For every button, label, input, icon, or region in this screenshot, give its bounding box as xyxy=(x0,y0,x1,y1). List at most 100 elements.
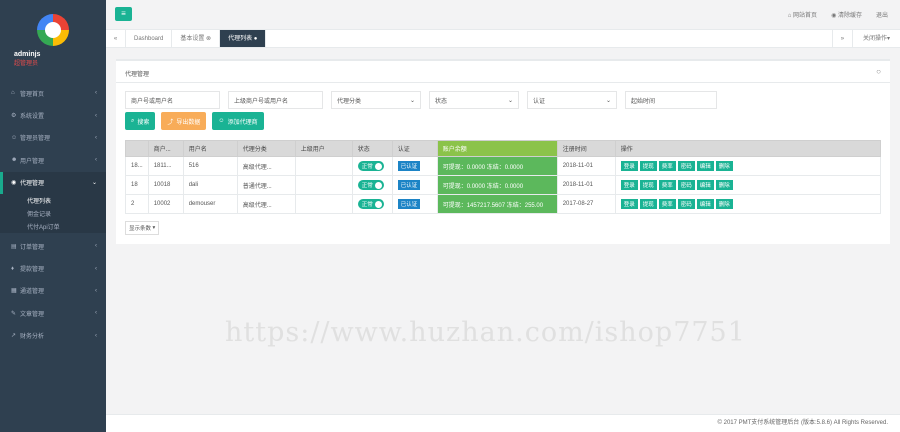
status-toggle[interactable]: 正常 xyxy=(357,199,384,209)
finance-icon: ↗ xyxy=(11,333,17,340)
chevron-down-icon: ⌄ xyxy=(605,97,611,104)
withdraw-button[interactable]: 提现 xyxy=(639,161,657,171)
start-time-input[interactable]: 起始时间 xyxy=(625,91,717,109)
parent-search-input[interactable]: 上级商户号或用户名 xyxy=(228,91,323,109)
col-parent[interactable]: 上级用户 xyxy=(294,140,353,157)
sidebar-item-dashboard[interactable]: ⌂ 管理首页 ‹ xyxy=(0,82,106,104)
login-button[interactable]: 登录 xyxy=(620,199,638,209)
status-toggle[interactable]: 正常 xyxy=(357,161,384,171)
sidebar-item-label: 代理管理 xyxy=(20,181,45,188)
col-status[interactable]: 状态 xyxy=(351,140,393,157)
export-button[interactable]: ⤴ 导出数据 xyxy=(161,112,207,130)
login-button[interactable]: 登录 xyxy=(620,161,638,171)
col-merchant[interactable]: 商户... xyxy=(147,140,184,157)
tab-scroll-right-button[interactable]: » xyxy=(831,30,852,47)
username: adminjs xyxy=(14,51,41,58)
category-select[interactable]: 代理分类 ⌄ xyxy=(331,91,421,109)
col-reg-date[interactable]: 注册时间 xyxy=(556,140,616,157)
cell-parent xyxy=(294,156,353,176)
cell-id: 18... xyxy=(125,156,149,176)
status-toggle[interactable]: 正常 xyxy=(357,180,384,190)
edit-button[interactable]: 编辑 xyxy=(696,161,714,171)
refresh-icon[interactable]: ○ xyxy=(876,67,881,76)
password-button[interactable]: 密码 xyxy=(677,199,695,209)
cell-actions: 登录 提现 费率 密码 编辑 删除 xyxy=(614,194,882,214)
withdraw-button[interactable]: 提现 xyxy=(639,199,657,209)
col-id[interactable] xyxy=(125,140,149,157)
delete-button[interactable]: 删除 xyxy=(715,161,733,171)
tab-settings[interactable]: 基本设置 ⊗ xyxy=(172,30,221,47)
rate-button[interactable]: 费率 xyxy=(658,199,676,209)
add-agent-button[interactable]: ☺ 添加代理商 xyxy=(212,112,264,130)
clear-cache-link[interactable]: ◉ 清除缓存 xyxy=(831,10,862,19)
close-icon[interactable]: ● xyxy=(254,36,258,42)
tab-agent-list[interactable]: 代理列表 ● xyxy=(220,30,267,47)
avatar[interactable] xyxy=(37,14,69,46)
verify-select[interactable]: 认证 ⌄ xyxy=(527,91,617,109)
password-button[interactable]: 密码 xyxy=(677,161,695,171)
sidebar-item-admins[interactable]: ☺ 管理员管理 ‹ xyxy=(0,127,106,149)
sidebar-menu: ⌂ 管理首页 ‹ ⚙ 系统设置 ‹ ☺ 管理员管理 ‹ ☻ 用户管理 ‹ ◉ 代理管理 ⌄ xyxy=(0,82,106,194)
sidebar-item-withdraw[interactable]: ♦ 提款管理 ‹ xyxy=(0,257,106,279)
cell-merchant: 10002 xyxy=(147,194,184,214)
close-icon[interactable]: ⊗ xyxy=(206,36,211,42)
menu-toggle-button[interactable]: ≡ xyxy=(115,7,132,21)
order-icon: ▤ xyxy=(11,243,17,250)
cell-verify: 已认证 xyxy=(391,194,438,214)
rate-button[interactable]: 费率 xyxy=(658,161,676,171)
password-button[interactable]: 密码 xyxy=(677,180,695,190)
cell-status: 正常 xyxy=(351,175,393,195)
sidebar-item-finance[interactable]: ↗ 财务分析 ‹ xyxy=(0,325,106,347)
submenu-item-commission[interactable]: 佣金记录 xyxy=(0,207,106,220)
sidebar-item-settings[interactable]: ⚙ 系统设置 ‹ xyxy=(0,104,106,126)
cell-merchant: 10018 xyxy=(147,175,184,195)
col-username[interactable]: 用户名 xyxy=(182,140,238,157)
topbar: ≡ ⌂ 网站首页 ◉ 清除缓存 退出 xyxy=(106,0,900,30)
export-icon: ⤴ xyxy=(167,119,174,126)
home-link[interactable]: ⌂ 网站首页 xyxy=(788,10,817,19)
sidebar-item-articles[interactable]: ✎ 文章管理 ‹ xyxy=(0,302,106,324)
cell-parent xyxy=(294,175,353,195)
tab-label: 代理列表 xyxy=(228,36,253,42)
page-size-label: 显示条数 xyxy=(129,226,152,232)
close-operations-dropdown[interactable]: 关闭操作▾ xyxy=(851,30,900,47)
sidebar-item-agents[interactable]: ◉ 代理管理 ⌄ xyxy=(0,171,106,194)
col-actions: 操作 xyxy=(614,140,882,157)
col-category[interactable]: 代理分类 xyxy=(236,140,296,157)
rate-button[interactable]: 费率 xyxy=(658,180,676,190)
sidebar-item-users[interactable]: ☻ 用户管理 ‹ xyxy=(0,149,106,171)
merchant-search-input[interactable]: 商户号或用户名 xyxy=(125,91,220,109)
tab-scroll-left-button[interactable]: « xyxy=(106,30,126,47)
delete-button[interactable]: 删除 xyxy=(715,180,733,190)
search-label: 搜索 xyxy=(137,119,150,126)
status-select[interactable]: 状态 ⌄ xyxy=(429,91,519,109)
search-button[interactable]: ⌕ 搜索 xyxy=(125,112,156,130)
home-icon: ⌂ xyxy=(11,90,15,97)
chevron-left-icon: ‹ xyxy=(95,287,97,294)
user-plus-icon: ☺ xyxy=(218,118,225,124)
submenu-item-agent-list[interactable]: 代理列表 xyxy=(0,194,106,207)
edit-button[interactable]: 编辑 xyxy=(696,180,714,190)
page-size-select[interactable]: 显示条数 ▾ xyxy=(125,221,160,235)
logout-link[interactable]: 退出 xyxy=(876,10,888,19)
login-button[interactable]: 登录 xyxy=(620,180,638,190)
chevron-down-icon: ⌄ xyxy=(507,97,513,104)
submenu-item-api-orders[interactable]: 代付Api订单 xyxy=(0,220,106,233)
tab-dashboard[interactable]: Dashboard xyxy=(126,30,173,47)
action-buttons: ⌕ 搜索 ⤴ 导出数据 ☺ 添加代理商 xyxy=(125,112,264,130)
filter-row: 商户号或用户名 上级商户号或用户名 代理分类 ⌄ 状态 ⌄ 认证 ⌄ 起始时间 xyxy=(125,91,717,109)
col-verify[interactable]: 认证 xyxy=(391,140,438,157)
caret-down-icon: ▾ xyxy=(152,225,156,231)
withdraw-button[interactable]: 提现 xyxy=(639,180,657,190)
sidebar: adminjs 超管理员 ⌂ 管理首页 ‹ ⚙ 系统设置 ‹ ☺ 管理员管理 ‹ ☻ 用户管理… xyxy=(0,0,106,432)
sidebar-item-channels[interactable]: ▦ 通道管理 ‹ xyxy=(0,280,106,302)
sidebar-item-orders[interactable]: ▤ 订单管理 ‹ xyxy=(0,235,106,257)
footer: © 2017 PMT支付系统管理后台 (版本:5.8.6) All Rights… xyxy=(106,414,900,432)
delete-button[interactable]: 删除 xyxy=(715,199,733,209)
cell-category: 高级代理... xyxy=(236,156,296,176)
edit-button[interactable]: 编辑 xyxy=(696,199,714,209)
cell-status: 正常 xyxy=(351,156,393,176)
col-balance[interactable]: 账户余额 xyxy=(436,140,558,157)
users-icon: ☻ xyxy=(11,157,18,164)
hamburger-icon: ≡ xyxy=(121,9,126,18)
